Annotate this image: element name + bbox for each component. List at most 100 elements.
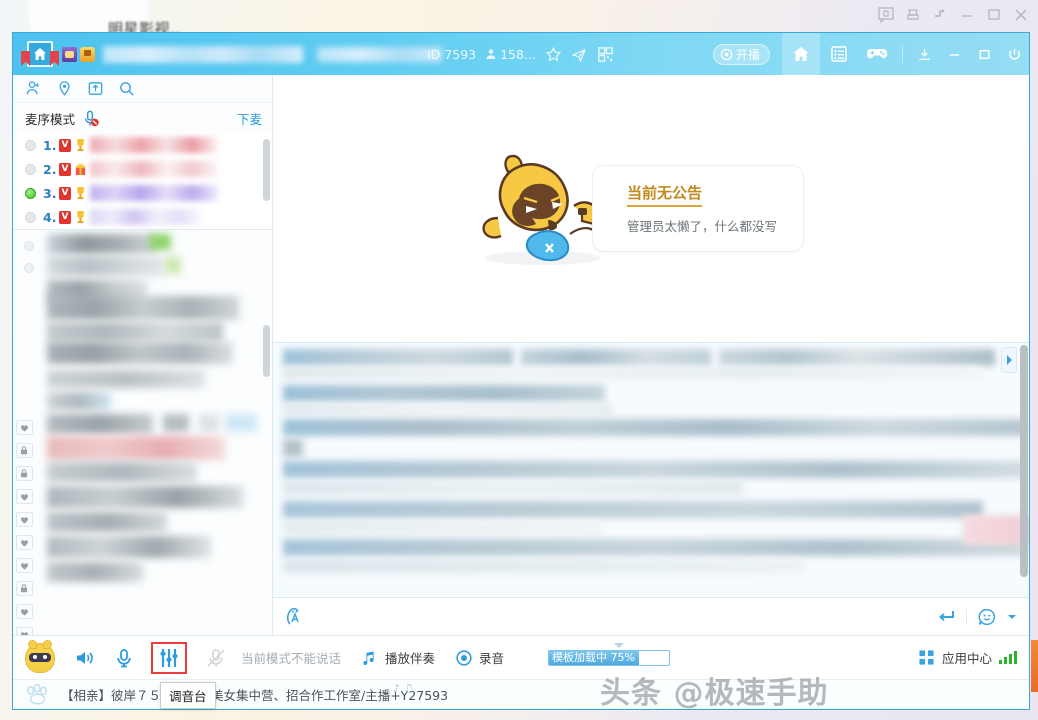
feedback-icon[interactable] — [877, 6, 895, 24]
chat-message-redacted — [283, 403, 613, 415]
cat-avatar[interactable] — [25, 639, 55, 673]
equalizer-button[interactable] — [151, 641, 187, 674]
user-row-redacted[interactable] — [47, 296, 239, 320]
mic-muted-icon[interactable] — [81, 109, 100, 128]
user-radio[interactable] — [24, 241, 34, 251]
room-home-logo[interactable] — [21, 37, 59, 71]
right-arrow-icon — [1007, 355, 1012, 365]
lock-icon[interactable] — [15, 443, 33, 458]
speaker-icon[interactable] — [73, 647, 95, 669]
user-row-redacted[interactable] — [47, 234, 157, 254]
user-row-redacted[interactable] — [47, 392, 111, 410]
app-center-label[interactable]: 应用中心 — [942, 648, 992, 667]
room-subtitle-redacted — [317, 46, 442, 62]
cat-mask-icon — [29, 652, 51, 662]
mic-mode-row: 麦序模式 下麦 — [13, 103, 272, 133]
close-icon[interactable] — [1012, 6, 1030, 24]
signal-bars-icon — [999, 651, 1017, 664]
heart-icon[interactable] — [15, 512, 33, 527]
user-row-redacted[interactable] — [47, 436, 225, 460]
ribbon-right-icon — [50, 51, 59, 66]
download-icon — [918, 48, 930, 60]
mic-queue-row[interactable]: 4. V — [13, 205, 272, 229]
pin-icon[interactable] — [931, 6, 949, 24]
mic-list-scrollbar[interactable] — [263, 139, 270, 201]
user-row-redacted[interactable] — [47, 562, 143, 582]
mic-queue-row[interactable]: 3. V — [13, 181, 272, 205]
person-icon — [486, 49, 496, 59]
bottom-toolbar: 当前模式不能说话 播放伴奏 录音 模板加载中 75% 应用中心 — [13, 635, 1029, 679]
heart-icon[interactable] — [15, 420, 33, 435]
user-list-scrollbar[interactable] — [263, 325, 270, 377]
user-list — [13, 230, 272, 635]
emoji-icon[interactable] — [977, 607, 997, 627]
heart-icon[interactable] — [15, 489, 33, 504]
search-icon[interactable] — [118, 80, 135, 97]
chat-expand-arrow-button[interactable] — [1001, 347, 1017, 373]
window-maximize-button[interactable] — [969, 33, 999, 75]
user-row-redacted[interactable] — [47, 370, 205, 388]
start-broadcast-label: 开播 — [735, 47, 760, 62]
location-icon[interactable] — [56, 80, 73, 97]
user-row-redacted[interactable] — [47, 462, 197, 482]
chat-input-actions — [936, 607, 1017, 627]
minimize-icon[interactable] — [958, 6, 976, 24]
tab-games[interactable] — [858, 33, 896, 75]
start-broadcast-button[interactable]: 开播 — [712, 43, 770, 65]
mic-queue-row[interactable]: 2. V — [13, 157, 272, 181]
font-style-icon[interactable] — [285, 607, 305, 627]
heart-icon[interactable] — [15, 535, 33, 550]
chat-input-bar[interactable] — [273, 597, 1029, 635]
chat-message-redacted — [283, 481, 743, 495]
user-row-redacted[interactable] — [47, 322, 223, 342]
viewer-count: 158... — [485, 47, 536, 62]
user-row-redacted[interactable] — [47, 256, 165, 276]
home-icon — [793, 47, 809, 61]
play-accompaniment-label: 播放伴奏 — [385, 651, 436, 666]
user-row-redacted[interactable] — [47, 414, 153, 434]
plane-icon[interactable] — [571, 46, 588, 63]
tab-home[interactable] — [782, 33, 820, 75]
heart-icon[interactable] — [15, 558, 33, 573]
record-button[interactable]: 录音 — [455, 648, 504, 667]
download-button[interactable] — [909, 33, 939, 75]
hat-icon[interactable] — [904, 6, 922, 24]
trophy-icon — [77, 210, 84, 224]
user-row-redacted[interactable] — [47, 486, 243, 508]
enter-icon[interactable] — [936, 607, 956, 627]
person-add-icon[interactable] — [25, 80, 42, 97]
mic-queue-row[interactable]: 1. V — [13, 133, 272, 157]
window-power-button[interactable] — [999, 33, 1029, 75]
user-row-redacted[interactable] — [225, 414, 257, 432]
qrcode-icon[interactable] — [597, 46, 614, 63]
tab-list[interactable] — [820, 33, 858, 75]
user-row-redacted[interactable] — [199, 414, 219, 432]
mic-status-dot — [25, 163, 36, 175]
user-radio[interactable] — [24, 263, 34, 273]
chat-scrollbar[interactable] — [1020, 345, 1028, 577]
microphone-icon[interactable] — [113, 647, 135, 669]
equalizer-tooltip: 调音台 — [160, 682, 216, 709]
leave-mic-button[interactable]: 下麦 — [237, 109, 262, 128]
heart-icon[interactable] — [15, 604, 33, 619]
chevron-down-icon[interactable] — [1007, 613, 1017, 621]
user-row-redacted[interactable] — [165, 256, 181, 274]
chat-message-redacted — [283, 367, 983, 379]
lock-icon[interactable] — [15, 466, 33, 481]
user-row-redacted[interactable] — [47, 536, 211, 558]
mic-status-dot — [25, 139, 36, 151]
user-row-redacted[interactable] — [163, 414, 189, 432]
star-icon[interactable] — [545, 46, 562, 63]
expand-icon[interactable] — [87, 80, 104, 97]
grid-icon[interactable] — [918, 649, 935, 666]
lock-icon[interactable] — [15, 581, 33, 596]
window-minimize-button[interactable] — [939, 33, 969, 75]
play-accompaniment-button[interactable]: 播放伴奏 — [361, 648, 435, 667]
user-row-redacted[interactable] — [149, 234, 171, 250]
room-name-redacted — [103, 45, 303, 63]
music-note-decoration-icon: ♪ ♫ — [393, 682, 414, 695]
user-row-redacted[interactable] — [47, 342, 233, 364]
maximize-icon[interactable] — [985, 6, 1003, 24]
user-row-redacted[interactable] — [47, 512, 167, 532]
outer-window-controls[interactable] — [877, 6, 1030, 24]
